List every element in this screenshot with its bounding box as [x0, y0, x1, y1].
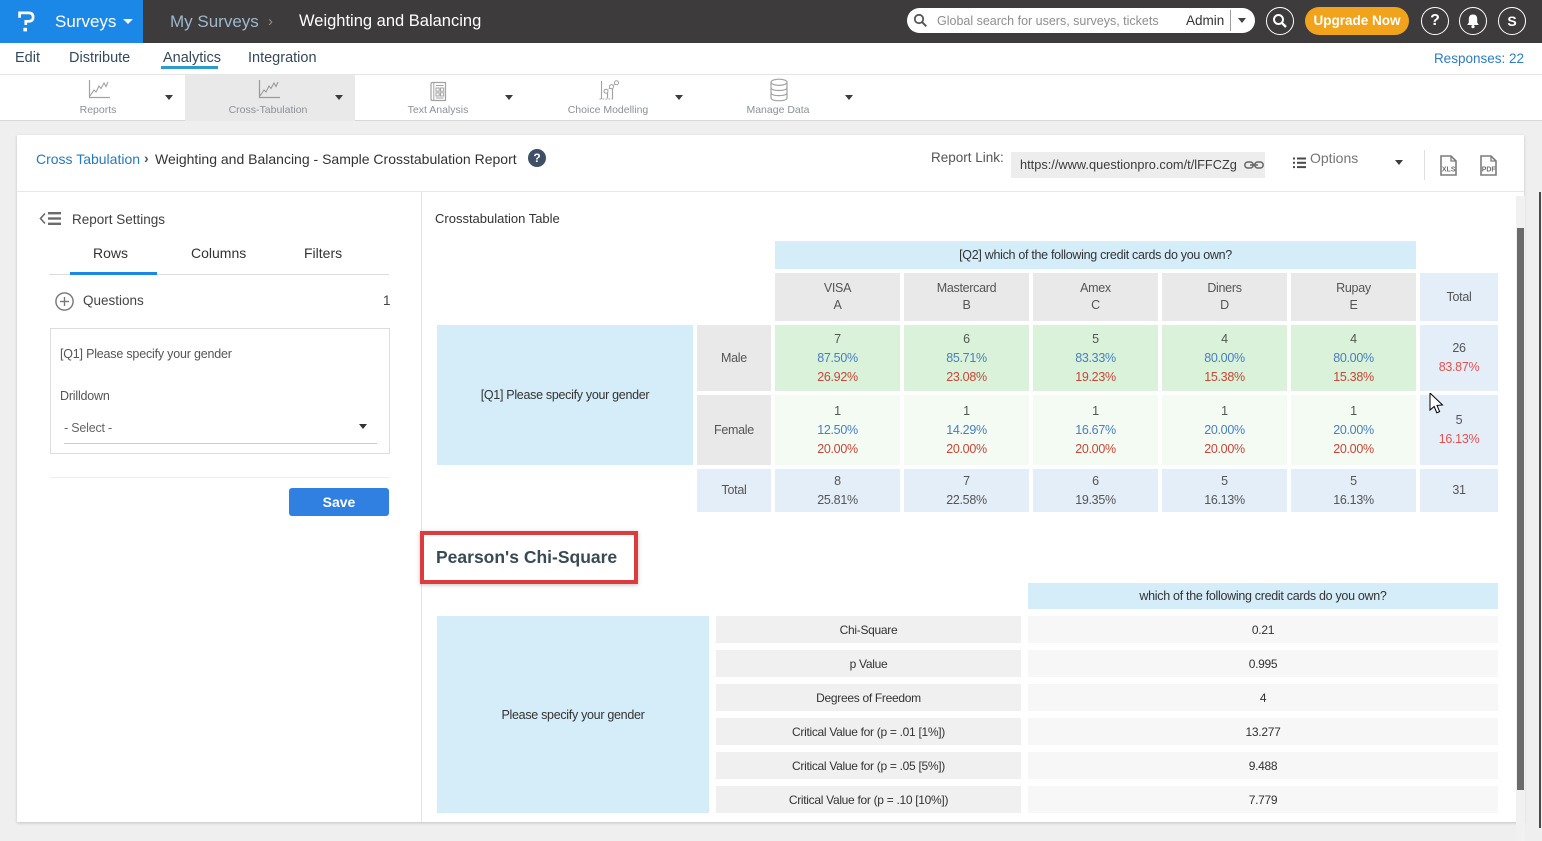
svg-text:XLS: XLS: [1442, 167, 1456, 174]
svg-text:PDF: PDF: [1482, 167, 1497, 174]
